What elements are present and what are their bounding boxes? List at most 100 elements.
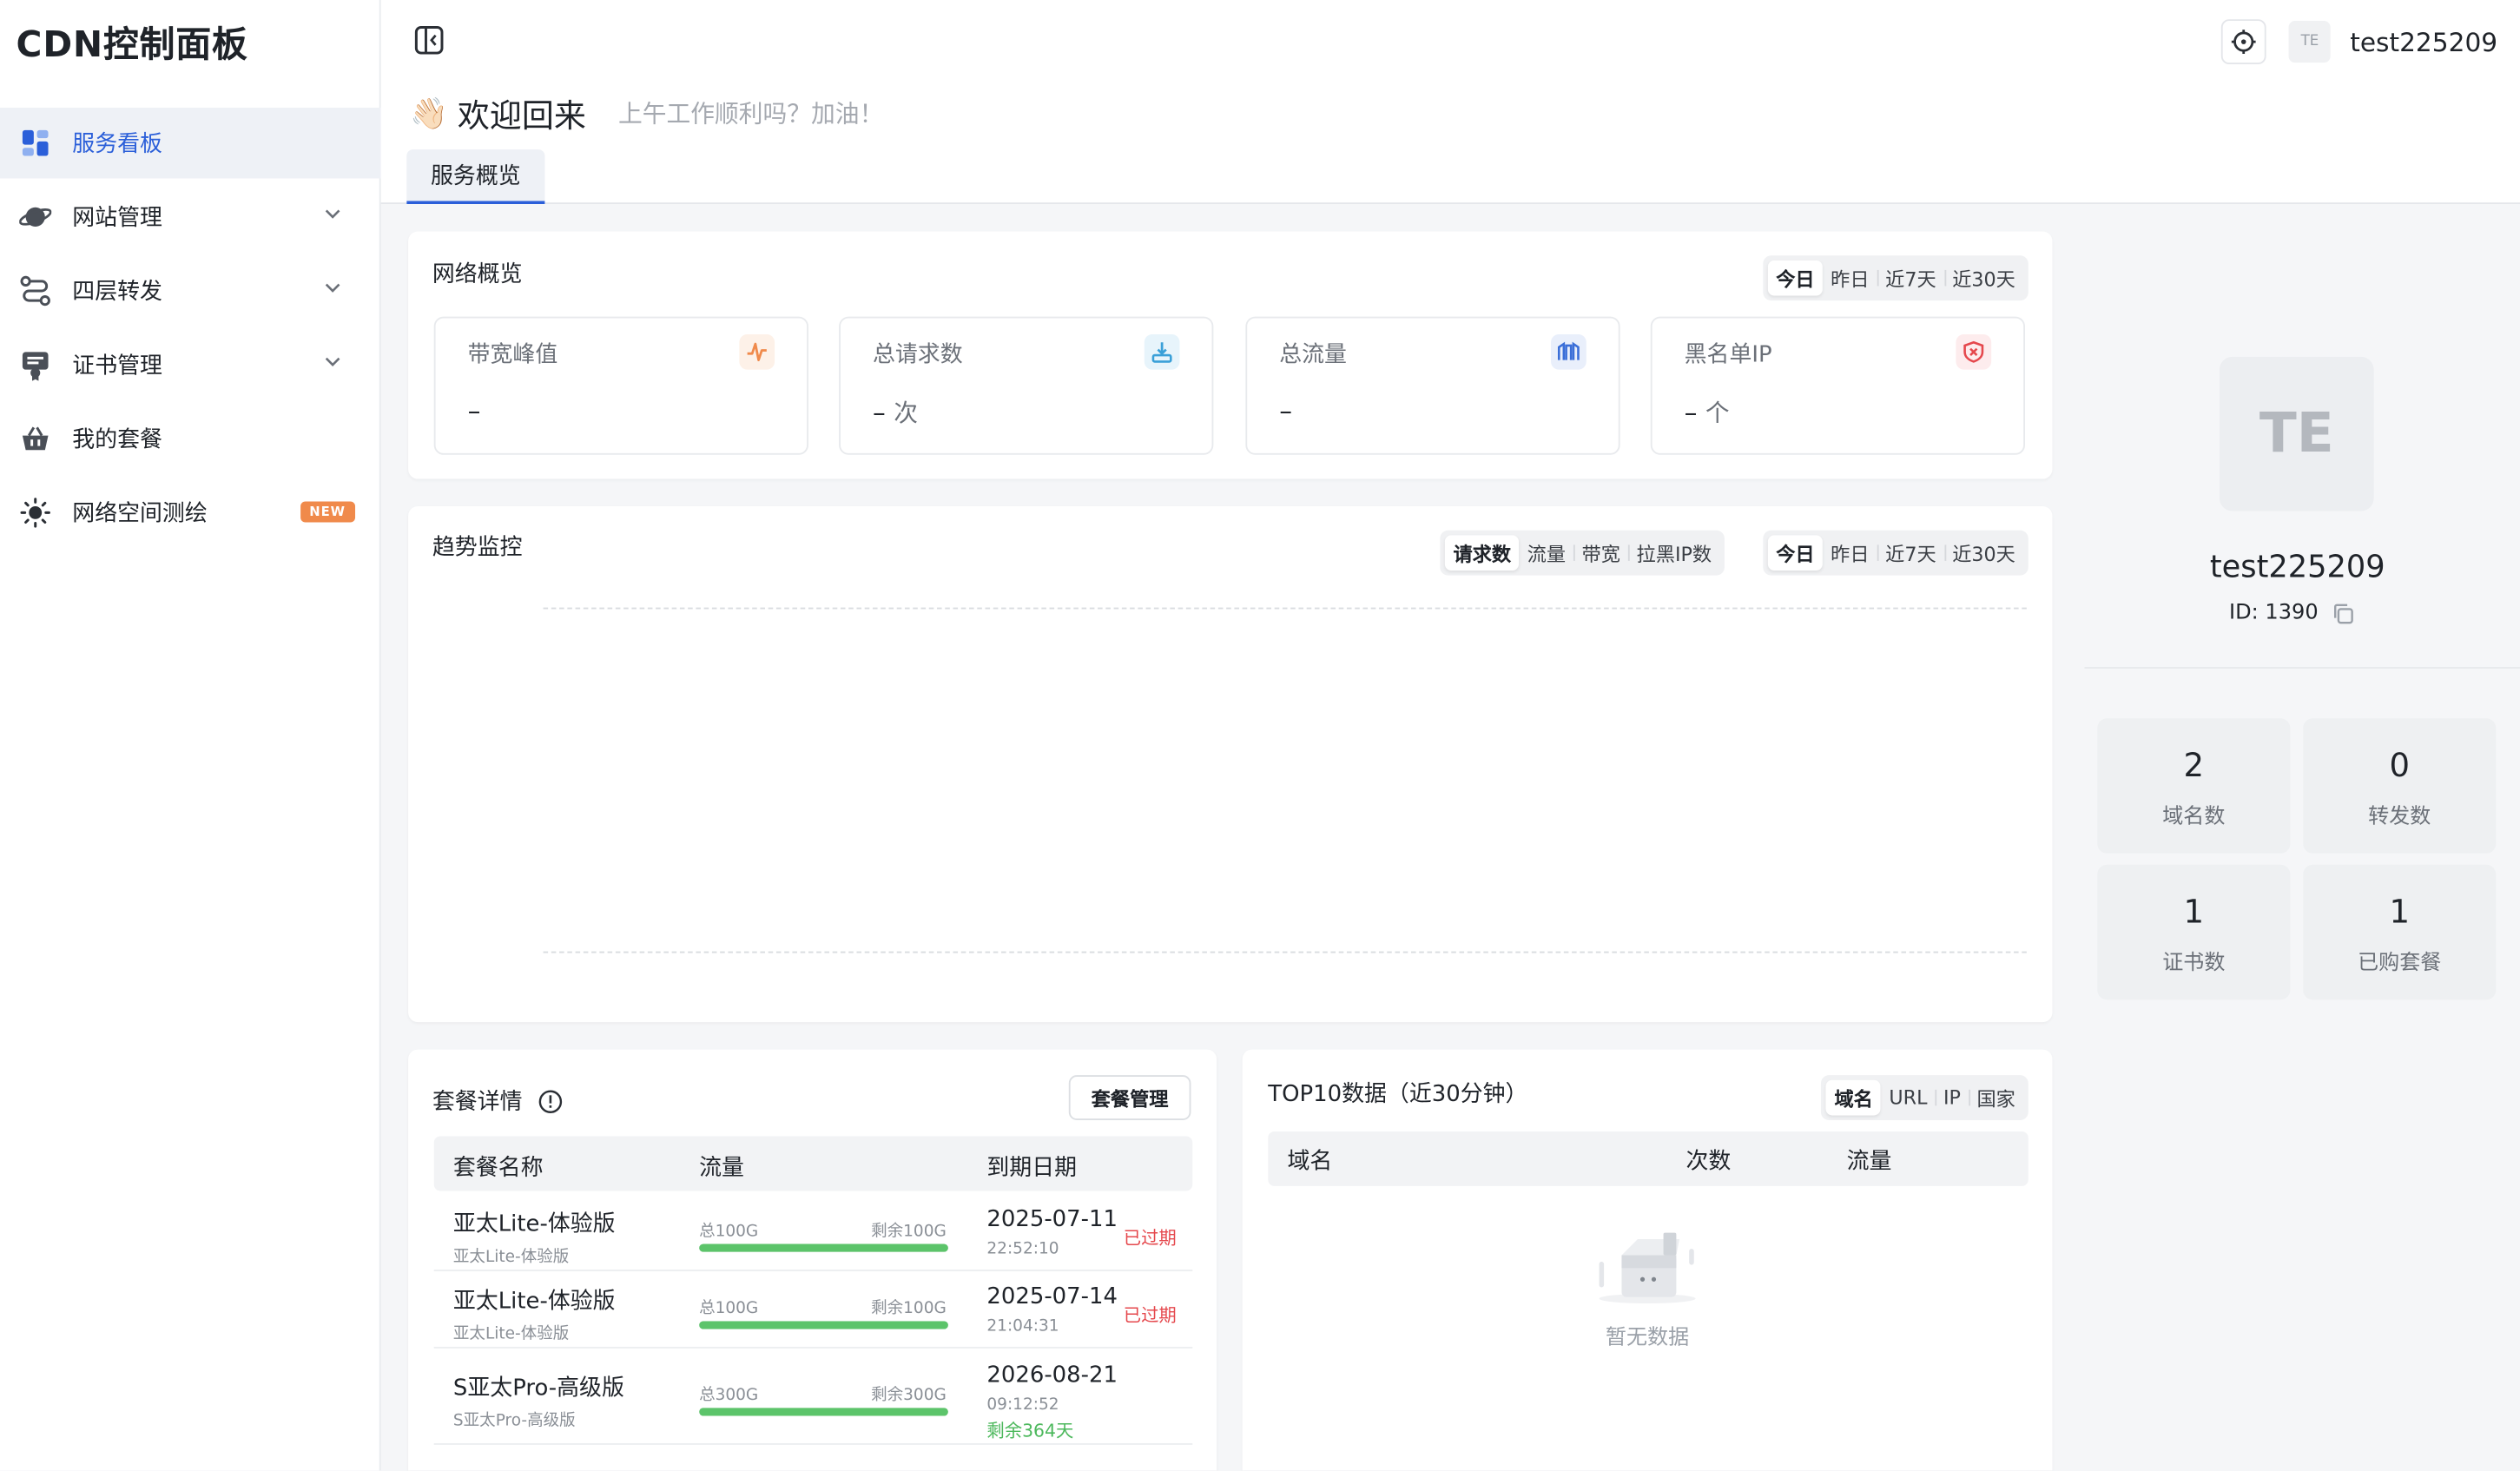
table-row: S亚太Pro-高级版 S亚太Pro-高级版 总300G 剩余300G 2026-… (433, 1349, 1193, 1445)
stat-blacklist-ip: 黑名单IP – 个 (1650, 316, 2026, 455)
tab-country[interactable]: 国家 (1969, 1080, 2023, 1116)
traffic-icon (1551, 333, 1587, 370)
stat-value: – 个 (1685, 395, 1730, 429)
package-table-header: 套餐名称 流量 到期日期 (433, 1136, 1193, 1191)
sidebar-item-label: 四层转发 (72, 280, 162, 306)
sidebar: CDN控制面板 服务看板 网站管理 四层转发 证书管理 我的套餐 网络空间测绘 … (0, 0, 381, 1471)
sidebar-item-website[interactable]: 网站管理 (0, 181, 381, 252)
metric-bandwidth[interactable]: 带宽 (1573, 535, 1628, 571)
stat-purchased-plans[interactable]: 1 已购套餐 (2303, 864, 2497, 1000)
range-today[interactable]: 今日 (1767, 260, 1823, 296)
stat-label: 黑名单IP (1684, 342, 1772, 368)
profile-id-row: ID: 1390 (2229, 601, 2355, 625)
tab-domain[interactable]: 域名 (1826, 1079, 1882, 1116)
chart-gridline-top (543, 607, 2027, 610)
top10-card: TOP10数据（近30分钟） 域名 URL IP 国家 域名 次数 流量 暂无数… (1242, 1049, 2053, 1471)
brand-title: CDN控制面板 (16, 25, 248, 66)
package-remaining: 剩余100G (871, 1223, 947, 1241)
package-remaining: 剩余100G (871, 1300, 947, 1318)
sidebar-item-certificates[interactable]: 证书管理 (0, 329, 381, 399)
range-today[interactable]: 今日 (1767, 535, 1823, 571)
stat-value: – (468, 395, 481, 425)
expire-time: 22:52:10 (986, 1240, 1059, 1259)
range-7days[interactable]: 近7天 (1877, 535, 1944, 571)
stat-label: 已购套餐 (2358, 951, 2442, 976)
package-manage-button[interactable]: 套餐管理 (1068, 1075, 1191, 1121)
stat-label: 总流量 (1279, 342, 1347, 368)
sidebar-item-label: 网站管理 (72, 205, 162, 232)
profile-id: ID: 1390 (2229, 601, 2319, 625)
new-badge: NEW (300, 501, 356, 523)
package-total: 总100G (699, 1223, 759, 1241)
traffic-progress-bar (699, 1243, 948, 1252)
sidebar-item-label: 网络空间测绘 (72, 501, 208, 528)
range-yesterday[interactable]: 昨日 (1823, 535, 1877, 571)
tab-url[interactable]: URL (1881, 1080, 1936, 1116)
sidebar-item-cyberspace-mapping[interactable]: 网络空间测绘 NEW (0, 478, 381, 548)
col-expire-date: 到期日期 (986, 1155, 1078, 1182)
stat-label: 证书数 (2162, 951, 2226, 976)
metric-blocked-ip[interactable]: 拉黑IP数 (1628, 535, 1719, 571)
stat-total-traffic: 总流量 – (1245, 316, 1620, 455)
stat-value: – (1279, 395, 1292, 425)
sidebar-item-my-plans[interactable]: 我的套餐 (0, 404, 381, 474)
info-icon[interactable] (538, 1089, 563, 1113)
top10-table-header: 域名 次数 流量 (1268, 1131, 2029, 1186)
expire-date: 2025-07-14 (986, 1283, 1118, 1310)
stat-value: 2 (2183, 745, 2205, 785)
copy-icon[interactable] (2332, 602, 2355, 624)
stat-cert-count[interactable]: 1 证书数 (2097, 864, 2291, 1000)
empty-box-icon (1599, 1232, 1696, 1303)
stat-forward-count[interactable]: 0 转发数 (2303, 718, 2497, 854)
range-yesterday[interactable]: 昨日 (1823, 261, 1877, 296)
chevron-down-icon (325, 209, 340, 219)
basket-icon (19, 423, 51, 455)
empty-state: 暂无数据 (1564, 1226, 1731, 1350)
days-remaining: 剩余364天 (986, 1421, 1074, 1442)
chart-gridline-bottom (543, 951, 2027, 953)
network-overview-title: 网络概览 (432, 261, 523, 288)
table-row: 亚太Lite-体验版 亚太Lite-体验版 总100G 剩余100G 2025-… (433, 1271, 1193, 1349)
range-30days[interactable]: 近30天 (1943, 535, 2023, 571)
package-subname: S亚太Pro-高级版 (452, 1412, 576, 1431)
profile-avatar: TE (2219, 356, 2374, 511)
sidebar-item-dashboard[interactable]: 服务看板 (0, 108, 381, 179)
metric-traffic[interactable]: 流量 (1519, 535, 1573, 571)
package-title: 套餐详情 (432, 1089, 523, 1116)
tab-ip[interactable]: IP (1935, 1080, 1969, 1116)
header-username[interactable]: test225209 (2350, 27, 2497, 57)
expired-status: 已过期 (1123, 1228, 1177, 1250)
collapse-sidebar-icon[interactable] (413, 24, 445, 56)
sidebar-item-label: 服务看板 (72, 131, 162, 158)
stat-number: – (1684, 397, 1698, 428)
network-range-selector: 今日 昨日 近7天 近30天 (1763, 255, 2029, 301)
traffic-progress-bar (699, 1408, 948, 1416)
col-traffic: 流量 (1846, 1149, 1892, 1175)
stat-unit: 个 (1705, 398, 1730, 428)
user-avatar[interactable]: TE (2288, 21, 2332, 63)
profile-divider (2084, 667, 2520, 669)
stat-value: 0 (2389, 745, 2411, 785)
sidebar-nav: 服务看板 网站管理 四层转发 证书管理 我的套餐 网络空间测绘 NEW (0, 108, 381, 551)
top10-dimension-selector: 域名 URL IP 国家 (1821, 1075, 2029, 1121)
stat-number: – (467, 395, 481, 426)
stat-number: – (872, 397, 886, 428)
tab-service-overview[interactable]: 服务概览 (406, 149, 545, 205)
stat-number: – (1279, 395, 1293, 426)
dashboard-icon (19, 127, 51, 159)
col-domain: 域名 (1287, 1149, 1333, 1175)
sidebar-item-l4-forward[interactable]: 四层转发 (0, 255, 381, 326)
range-30days[interactable]: 近30天 (1943, 261, 2023, 296)
metric-requests[interactable]: 请求数 (1445, 535, 1520, 571)
expire-date: 2026-08-21 (986, 1362, 1118, 1389)
expire-date: 2025-07-11 (986, 1206, 1118, 1233)
stat-domain-count[interactable]: 2 域名数 (2097, 718, 2291, 854)
package-total: 总300G (699, 1387, 759, 1405)
locate-button[interactable] (2221, 19, 2266, 65)
stat-label: 域名数 (2162, 805, 2226, 830)
package-name: 亚太Lite-体验版 (452, 1289, 616, 1315)
empty-text: 暂无数据 (1605, 1325, 1690, 1350)
trend-metric-selector: 请求数 流量 带宽 拉黑IP数 (1440, 530, 1725, 576)
package-title-row: 套餐详情 (432, 1085, 563, 1117)
range-7days[interactable]: 近7天 (1877, 261, 1944, 296)
